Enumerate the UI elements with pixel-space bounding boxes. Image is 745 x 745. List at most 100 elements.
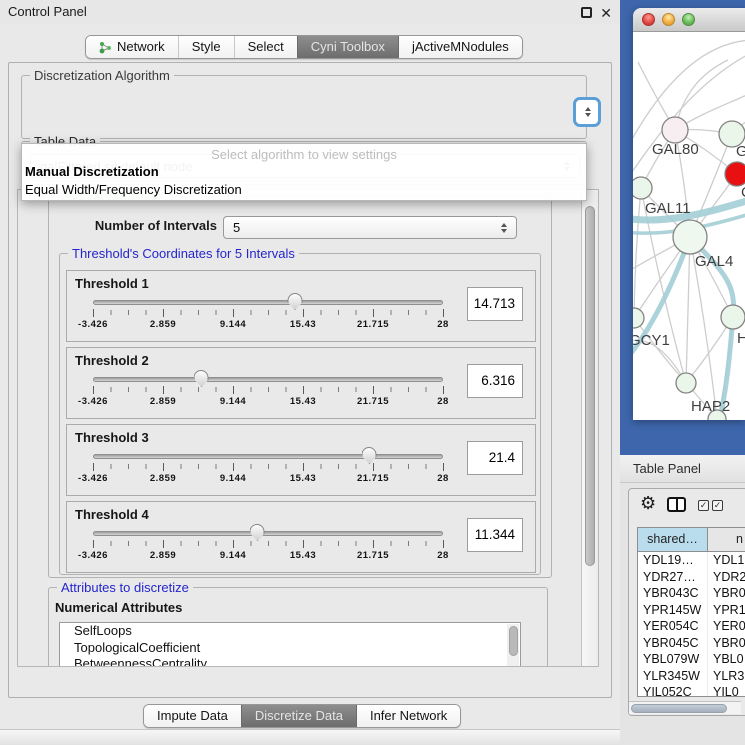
attribute-list-item[interactable]: TopologicalCoefficient xyxy=(60,640,520,657)
attribute-list-item[interactable]: BetweennessCentrality xyxy=(60,656,520,667)
network-node-h[interactable] xyxy=(721,305,745,329)
network-canvas[interactable]: GAL80GAGAL11GAL4GCY1HHAP2C xyxy=(633,32,745,420)
network-edge[interactable] xyxy=(634,188,641,318)
slider-tick-label: 28 xyxy=(437,319,449,330)
gear-icon[interactable]: ⚙ xyxy=(640,493,656,514)
table-panel-body: ⚙ ✓ ✓ shared… n YDL19…YDL1YDR27…YDR2YBR0… xyxy=(628,488,745,716)
zoom-traffic-light-icon[interactable] xyxy=(682,13,695,26)
popup-option-equal-width-frequency[interactable]: Equal Width/Frequency Discretization xyxy=(25,182,242,197)
slider-tick-label: 21.715 xyxy=(357,550,389,561)
bottom-tab-discretize-data[interactable]: Discretize Data xyxy=(241,705,356,727)
slider-track[interactable] xyxy=(93,454,443,459)
tab-label: Impute Data xyxy=(157,705,228,727)
network-node-gcy1[interactable] xyxy=(633,308,644,328)
tab-select[interactable]: Select xyxy=(234,36,297,58)
slider-track[interactable] xyxy=(93,531,443,536)
checkbox-icon[interactable]: ✓ xyxy=(712,500,723,511)
attribute-list-item[interactable]: SelfLoops xyxy=(60,623,520,640)
minimize-traffic-light-icon[interactable] xyxy=(662,13,675,26)
slider-major-tick xyxy=(373,386,374,394)
slider-tick-label: 21.715 xyxy=(357,473,389,484)
threshold-value-field[interactable]: 21.4 xyxy=(467,441,523,475)
table-row[interactable]: YDL19…YDL1 xyxy=(638,552,745,569)
slider-major-tick xyxy=(303,540,304,548)
close-icon[interactable]: ✕ xyxy=(600,5,612,22)
network-node-label: GAL80 xyxy=(652,141,699,158)
checkbox-icon[interactable]: ✓ xyxy=(698,500,709,511)
threshold-value-field[interactable]: 14.713 xyxy=(467,287,523,321)
cell-name: YDL1 xyxy=(708,552,745,569)
numerical-attributes-heading: Numerical Attributes xyxy=(55,600,182,615)
table-row[interactable]: YBL079WYBL0 xyxy=(638,651,745,668)
column-header-name[interactable]: n xyxy=(708,528,745,551)
slider-tick-label: -3.426 xyxy=(78,319,108,330)
tab-network[interactable]: Network xyxy=(86,36,178,58)
scrollbar-thumb[interactable] xyxy=(631,704,727,713)
network-node-gal11[interactable] xyxy=(633,177,652,199)
slider-track[interactable] xyxy=(93,300,443,305)
network-edge[interactable] xyxy=(633,52,745,182)
bottom-tab-impute-data[interactable]: Impute Data xyxy=(144,705,241,727)
node-attribute-table[interactable]: shared… n YDL19…YDL1YDR27…YDR2YBR043CYBR… xyxy=(637,527,745,697)
slider-major-tick xyxy=(233,540,234,548)
slider-thumb[interactable] xyxy=(250,524,265,541)
tab-style[interactable]: Style xyxy=(178,36,234,58)
column-header-shared-name[interactable]: shared… xyxy=(638,528,708,551)
slider-tick-label: 2.859 xyxy=(150,550,176,561)
scrollbar-thumb[interactable] xyxy=(509,626,518,656)
settings-vertical-scrollbar[interactable] xyxy=(581,190,598,667)
slider-track[interactable] xyxy=(93,377,443,382)
bottom-tab-infer-network[interactable]: Infer Network xyxy=(356,705,460,727)
slider-tick-label: 2.859 xyxy=(150,319,176,330)
number-of-intervals-combobox[interactable]: 5 xyxy=(223,216,517,239)
attributes-list-scrollbar[interactable] xyxy=(507,624,519,667)
table-row[interactable]: YER054CYER0 xyxy=(638,618,745,635)
table-row[interactable]: YIL052CYIL0 xyxy=(638,684,745,697)
slider-major-tick xyxy=(303,386,304,394)
cell-name: YBL0 xyxy=(708,651,745,668)
algorithm-combobox[interactable] xyxy=(573,97,601,127)
network-edge[interactable] xyxy=(686,237,690,383)
network-node-label: HAP2 xyxy=(691,398,730,415)
network-node-label: C xyxy=(741,184,745,201)
slider-thumb[interactable] xyxy=(362,447,377,464)
close-traffic-light-icon[interactable] xyxy=(642,13,655,26)
network-node-gal80[interactable] xyxy=(662,117,688,143)
float-panel-icon[interactable] xyxy=(581,7,592,18)
slider-thumb[interactable] xyxy=(194,370,209,387)
scrollbar-thumb[interactable] xyxy=(585,206,595,566)
table-row[interactable]: YPR145WYPR1 xyxy=(638,602,745,619)
table-row[interactable]: YBR045CYBR0 xyxy=(638,635,745,652)
cell-shared-name: YBR045C xyxy=(638,635,708,652)
table-horizontal-scrollbar[interactable] xyxy=(629,701,741,714)
cell-name: YIL0 xyxy=(708,684,745,697)
network-window-titlebar[interactable] xyxy=(633,8,745,32)
slider-tick-label: 28 xyxy=(437,396,449,407)
slider-major-tick xyxy=(443,386,444,394)
table-panel-title: Table Panel xyxy=(633,461,701,476)
popup-placeholder-option[interactable]: Select algorithm to view settings xyxy=(22,147,586,162)
slider-thumb[interactable] xyxy=(288,293,303,310)
interval-definition-group: Interval Definition Number of Intervals … xyxy=(48,196,552,578)
network-node-hap2[interactable] xyxy=(676,373,696,393)
numerical-attributes-list[interactable]: SelfLoopsTopologicalCoefficientBetweenne… xyxy=(59,622,521,667)
threshold-value-field[interactable]: 11.344 xyxy=(467,518,523,552)
network-node-c[interactable] xyxy=(725,162,745,186)
cell-shared-name: YDL19… xyxy=(638,552,708,569)
tab-jactivemnodules[interactable]: jActiveMNodules xyxy=(398,36,522,58)
threshold-value-field[interactable]: 6.316 xyxy=(467,364,523,398)
tab-cyni-toolbox[interactable]: Cyni Toolbox xyxy=(297,36,398,58)
cell-shared-name: YIL052C xyxy=(638,684,708,697)
threshold-label: Threshold 2 xyxy=(75,353,149,368)
network-node-gal4[interactable] xyxy=(673,220,707,254)
popup-option-manual-discretization[interactable]: Manual Discretization xyxy=(25,164,159,179)
columns-icon[interactable] xyxy=(667,497,686,512)
network-node-label: GAL11 xyxy=(645,200,691,217)
table-row[interactable]: YBR043CYBR0 xyxy=(638,585,745,602)
slider-major-tick xyxy=(233,463,234,471)
table-row[interactable]: YDR27…YDR2 xyxy=(638,569,745,586)
slider-tick-label: 28 xyxy=(437,550,449,561)
table-row[interactable]: YLR345WYLR3 xyxy=(638,668,745,685)
thresholds-coordinates-group: Threshold's Coordinates for 5 Intervals … xyxy=(59,253,541,575)
slider-tick-label: 28 xyxy=(437,473,449,484)
